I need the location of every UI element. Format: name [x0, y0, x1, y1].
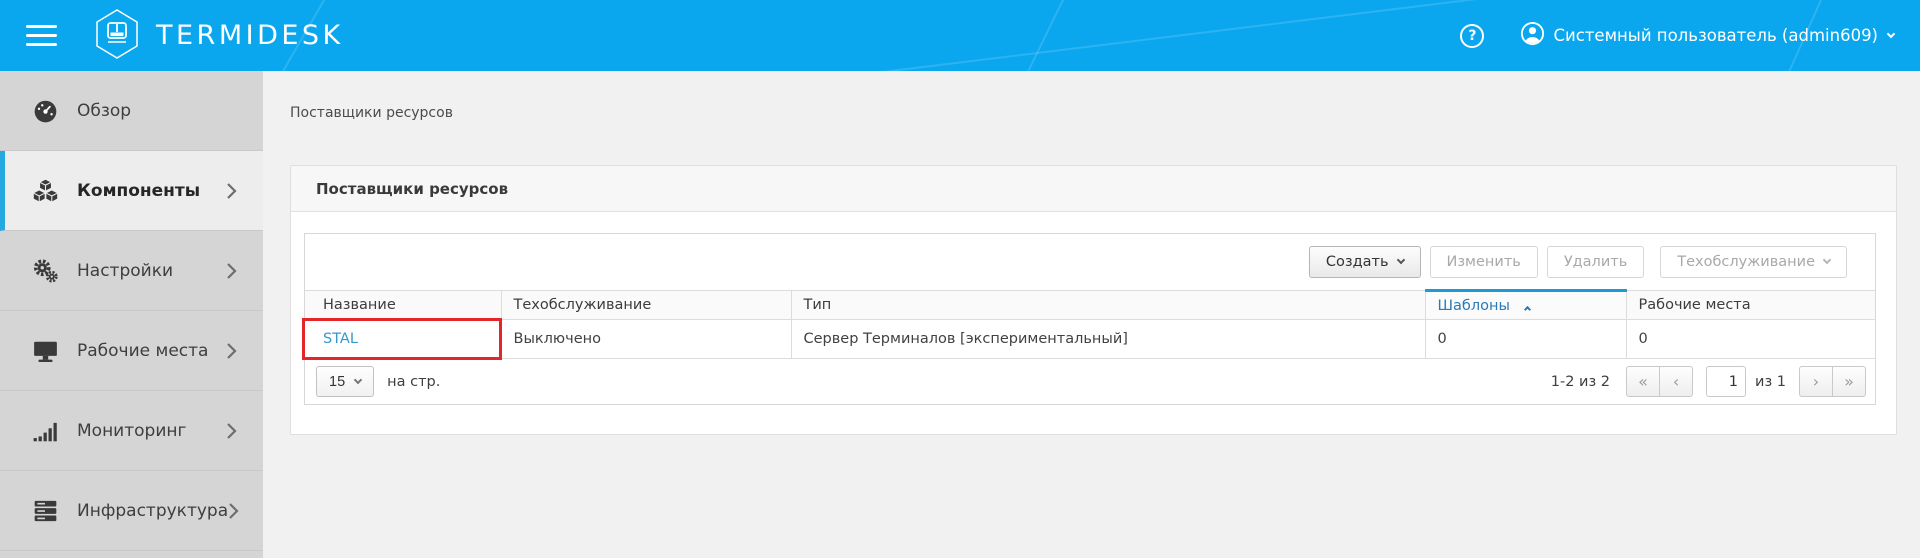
main-content: Поставщики ресурсов Поставщики ресурсов …	[263, 71, 1920, 558]
first-page-button[interactable]: «	[1626, 366, 1660, 397]
delete-button[interactable]: Удалить	[1547, 246, 1644, 278]
sidebar-item-settings[interactable]: Настройки	[0, 231, 263, 311]
create-button[interactable]: Создать	[1309, 246, 1421, 278]
cell-templates: 0	[1425, 320, 1626, 359]
signal-bars-icon	[32, 418, 60, 444]
chevron-down-icon	[354, 375, 362, 383]
topbar-right: ? Системный пользователь (admin609)	[1460, 21, 1920, 50]
providers-table: Название Техобслуживание Тип Шаблоны Раб…	[305, 289, 1875, 359]
cell-workplaces: 0	[1626, 320, 1875, 359]
chevron-right-icon	[228, 502, 239, 520]
edit-button[interactable]: Изменить	[1430, 246, 1538, 278]
breadcrumb: Поставщики ресурсов	[290, 105, 1897, 121]
provider-link-stal[interactable]: STAL	[323, 331, 358, 347]
chevron-right-icon	[226, 182, 237, 200]
of-total-label: из 1	[1755, 374, 1786, 390]
chevron-down-icon	[1396, 256, 1404, 264]
column-header-maintenance[interactable]: Техобслуживание	[501, 291, 791, 320]
header-decor-line	[998, 0, 1083, 71]
user-avatar-icon	[1520, 21, 1545, 50]
page-number-input[interactable]	[1706, 366, 1746, 397]
column-header-workplaces[interactable]: Рабочие места	[1626, 291, 1875, 320]
next-page-button[interactable]: ›	[1799, 366, 1833, 397]
maintenance-button[interactable]: Техобслуживание	[1660, 246, 1847, 278]
chevron-down-icon	[1823, 256, 1831, 264]
page-title: Поставщики ресурсов	[316, 180, 508, 198]
card-header: Поставщики ресурсов	[291, 166, 1896, 212]
page-size-select[interactable]: 15	[316, 366, 374, 397]
card-body: Создать Изменить Удалить Техобслуживание	[291, 212, 1896, 434]
cubes-icon	[32, 178, 60, 204]
brand-logo[interactable]: TERMIDESK	[93, 8, 344, 64]
help-button[interactable]: ?	[1460, 24, 1484, 48]
chevron-left-icon: ‹	[1673, 372, 1679, 391]
pagination-controls: 1-2 из 2 « ‹ из 1 › »	[1551, 366, 1866, 397]
table-toolbar: Создать Изменить Удалить Техобслуживание	[305, 234, 1875, 289]
user-menu[interactable]: Системный пользователь (admin609)	[1520, 21, 1894, 50]
sidebar-item-components[interactable]: Компоненты	[0, 151, 263, 231]
chevron-right-icon	[226, 422, 237, 440]
server-icon	[32, 498, 60, 524]
sidebar-item-monitoring[interactable]: Мониторинг	[0, 391, 263, 471]
table-panel: Создать Изменить Удалить Техобслуживание	[304, 233, 1876, 405]
table-header-row: Название Техобслуживание Тип Шаблоны Раб…	[305, 291, 1875, 320]
chevron-right-icon	[226, 342, 237, 360]
column-header-templates-sorted[interactable]: Шаблоны	[1425, 291, 1626, 320]
cell-type: Сервер Терминалов [экспериментальный]	[791, 320, 1425, 359]
sidebar: Обзор	[0, 71, 263, 558]
sidebar-item-label: Рабочие места	[77, 341, 208, 361]
brand-hexagon-icon	[93, 8, 141, 64]
cell-name: STAL	[305, 320, 501, 359]
header-decor-line	[882, 0, 1517, 71]
double-chevron-right-icon: »	[1844, 372, 1854, 391]
previous-page-button[interactable]: ‹	[1659, 366, 1693, 397]
page-body: Обзор	[0, 71, 1920, 558]
brand-name: TERMIDESK	[156, 20, 344, 51]
sidebar-item-label: Обзор	[77, 101, 131, 121]
sidebar-item-label: Инфраструктура	[77, 501, 228, 521]
resource-providers-card: Поставщики ресурсов Создать Изменить	[290, 165, 1897, 435]
question-mark-icon: ?	[1468, 28, 1476, 44]
chevron-down-icon	[1887, 29, 1895, 37]
sidebar-item-infrastructure[interactable]: Инфраструктура	[0, 471, 263, 551]
column-header-type[interactable]: Тип	[791, 291, 1425, 320]
sidebar-item-overview[interactable]: Обзор	[0, 71, 263, 151]
sidebar-item-workplaces[interactable]: Рабочие места	[0, 311, 263, 391]
gears-icon	[32, 258, 60, 284]
sidebar-item-label: Мониторинг	[77, 421, 186, 441]
menu-toggle-button[interactable]	[26, 19, 57, 52]
chevron-right-icon: ›	[1813, 372, 1819, 391]
cell-maintenance: Выключено	[501, 320, 791, 359]
sidebar-item-label: Компоненты	[77, 181, 200, 201]
app-root: TERMIDESK ? Системный пользователь (admi…	[0, 0, 1920, 558]
pagination-bar: 15 на стр. 1-2 из 2 « ‹	[305, 359, 1875, 404]
user-name-label: Системный пользователь (admin609)	[1553, 26, 1878, 45]
last-page-button[interactable]: »	[1832, 366, 1866, 397]
range-label: 1-2 из 2	[1551, 374, 1610, 390]
chevron-right-icon	[226, 262, 237, 280]
per-page-label: на стр.	[387, 374, 440, 390]
sidebar-item-label: Настройки	[77, 261, 173, 281]
top-bar: TERMIDESK ? Системный пользователь (admi…	[0, 0, 1920, 71]
table-row[interactable]: STAL Выключено Сервер Терминалов [экспер…	[305, 320, 1875, 359]
sort-ascending-icon	[1523, 305, 1530, 312]
tachometer-icon	[32, 98, 60, 124]
desktop-icon	[32, 338, 60, 364]
column-header-name[interactable]: Название	[305, 291, 501, 320]
double-chevron-left-icon: «	[1638, 372, 1648, 391]
